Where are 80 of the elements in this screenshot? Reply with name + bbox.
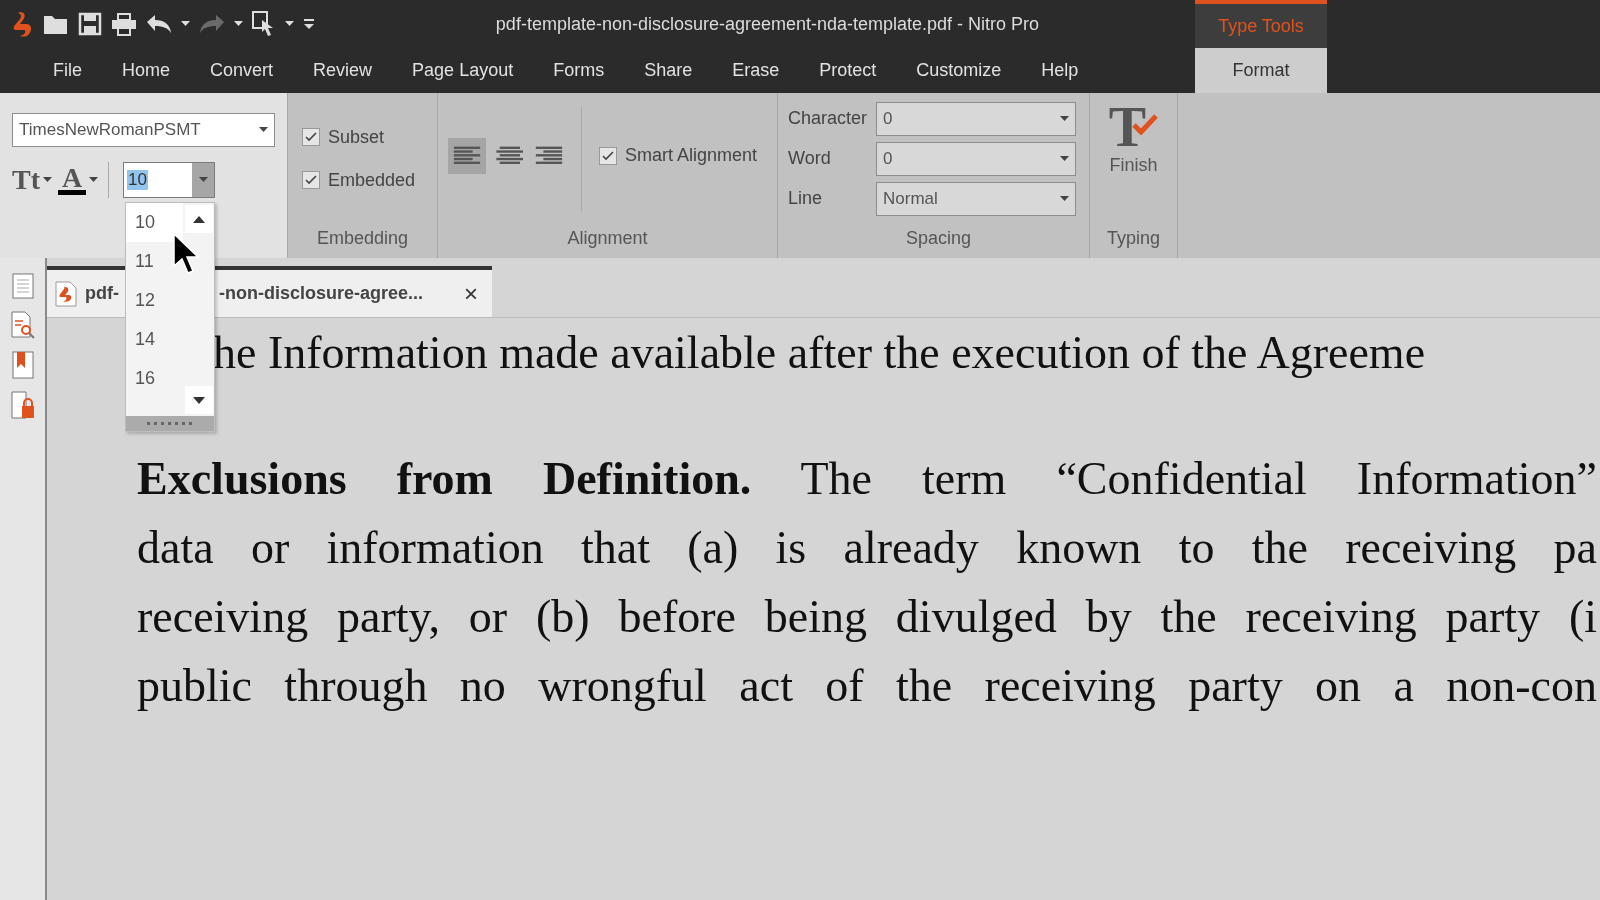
caret-icon[interactable] [1060, 195, 1069, 202]
font-size-option[interactable]: 16 [126, 359, 183, 398]
menu-tab[interactable]: Forms [536, 48, 622, 93]
caret-icon[interactable] [259, 127, 268, 133]
print-icon[interactable] [111, 12, 137, 36]
caret-icon[interactable] [285, 21, 294, 27]
align-left-button[interactable] [448, 137, 486, 174]
resize-grip[interactable] [126, 416, 214, 431]
spacing-dropdown[interactable]: Normal [876, 181, 1076, 216]
scroll-up-button[interactable] [184, 205, 213, 233]
align-left-icon [452, 144, 482, 167]
menu-tab[interactable]: Erase [715, 48, 797, 93]
caret-icon[interactable] [43, 177, 52, 183]
menu-tab[interactable]: Page Layout [395, 48, 531, 93]
font-size-field[interactable]: 10 [123, 162, 215, 198]
font-size-option[interactable]: 10 [126, 203, 183, 242]
checkbox[interactable] [302, 128, 320, 146]
font-size-option[interactable]: 12 [126, 281, 183, 320]
group-label: Embedding [315, 226, 410, 250]
check-icon [305, 132, 317, 142]
scroll-down-button[interactable] [184, 386, 213, 414]
spacing-dropdown[interactable]: 0 [876, 141, 1076, 176]
group-label: Spacing [904, 226, 973, 250]
finish-button[interactable]: Finish [1109, 155, 1158, 176]
undo-icon[interactable] [146, 14, 172, 34]
text-line: public through no wrongful act of the receiving party on a non-con [137, 659, 1597, 713]
font-size-option[interactable]: 14 [126, 320, 183, 359]
text-line: Exclusions from Definition. The term “Confidential Information” [137, 452, 1597, 506]
group-label: Alignment [566, 226, 649, 250]
folder-icon[interactable] [43, 13, 69, 35]
menu-tab[interactable]: Help [1024, 48, 1096, 93]
document-search-icon[interactable] [10, 311, 35, 339]
context-tab-header: Type Tools [1195, 0, 1327, 48]
down-arrow-icon [192, 396, 205, 404]
mouse-cursor-icon [173, 233, 199, 275]
spacing-dropdown[interactable]: 0 [876, 101, 1076, 136]
document-lock-icon[interactable] [10, 391, 35, 419]
text-line: receiving party, or (b) before being divulged by the receiving party (i [137, 590, 1597, 644]
menu-tab[interactable]: Home [105, 48, 188, 93]
menu-tab[interactable]: Customize [899, 48, 1019, 93]
text-line: data or information that (a) is already known to the receiving pa [137, 521, 1597, 575]
grip-dots-icon [147, 422, 193, 425]
save-icon[interactable] [78, 12, 102, 36]
menu-tab[interactable]: Convert [193, 48, 291, 93]
checkbox-label: Smart Alignment [625, 145, 758, 166]
caret-icon[interactable] [1060, 155, 1069, 162]
field-label: Character [788, 108, 869, 129]
checkbox[interactable] [599, 146, 617, 165]
menu-tab[interactable]: Share [627, 48, 710, 93]
group-label: Typing [1106, 226, 1160, 250]
close-tab-button[interactable]: × [464, 279, 478, 308]
field-label: Word [788, 148, 832, 169]
caret-icon[interactable] [181, 21, 190, 27]
align-center-icon [493, 144, 523, 167]
font-family-dropdown[interactable]: TimesNewRomanPSMT [12, 113, 275, 147]
checkbox-label: Subset [328, 126, 385, 148]
pdf-file-icon [55, 280, 77, 307]
text-size-button[interactable]: Tt [12, 166, 52, 194]
align-right-icon [534, 144, 564, 167]
checkbox[interactable] [302, 171, 320, 189]
menu-tab[interactable]: Format [1195, 48, 1327, 93]
menu-tab[interactable]: Protect [802, 48, 894, 93]
caret-icon[interactable] [1060, 115, 1069, 122]
field-label: Line [788, 188, 824, 209]
bookmark-icon[interactable] [11, 351, 34, 379]
window-title: pdf-template-non-disclosure-agreement-nda-template.pdf - Nitro Pro [494, 13, 1041, 35]
check-icon [305, 175, 317, 185]
text-line: he Information made available after the execution of the Agreeme [213, 326, 1427, 380]
tab-label: -non-disclosure-agree... [219, 283, 424, 304]
app-logo-icon [12, 11, 34, 37]
check-icon [602, 150, 614, 161]
up-arrow-icon [192, 215, 205, 223]
font-color-button[interactable]: A [58, 164, 98, 196]
menu-tab[interactable]: Review [296, 48, 390, 93]
tab-label: pdf- [85, 283, 119, 304]
checkbox-label: Embedded [328, 169, 416, 191]
caret-icon[interactable] [234, 21, 243, 27]
caret-icon[interactable] [89, 177, 98, 183]
menu-tab[interactable]: File [36, 48, 99, 93]
customize-icon[interactable] [303, 18, 315, 30]
